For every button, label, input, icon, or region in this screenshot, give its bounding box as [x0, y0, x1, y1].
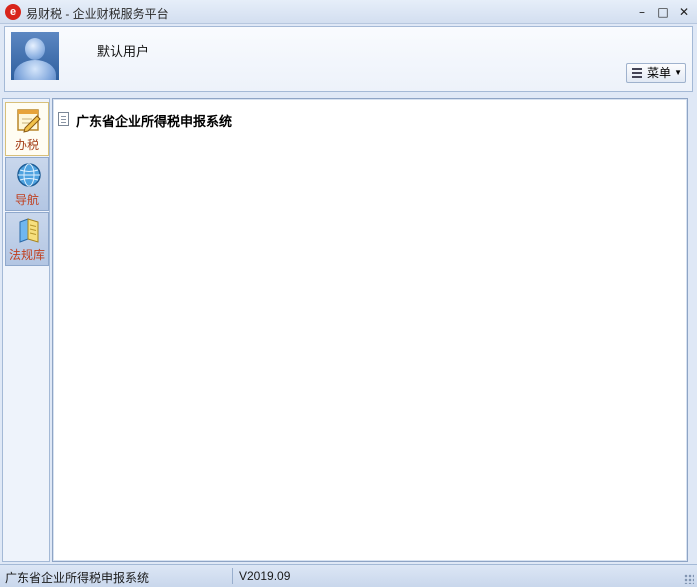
- username-label: 默认用户: [97, 44, 150, 59]
- nav-item-label: 导航: [14, 193, 39, 207]
- globe-icon: [17, 163, 41, 187]
- status-system-name: 广东省企业所得税申报系统: [5, 571, 150, 585]
- list-icon: [632, 68, 642, 78]
- menu-button[interactable]: 菜单 ▼: [626, 63, 686, 83]
- nav-item-navigation[interactable]: 导航: [5, 157, 49, 211]
- resize-grip-icon[interactable]: [684, 574, 694, 584]
- system-link[interactable]: 广东省企业所得税申报系统: [76, 111, 232, 130]
- maximize-button[interactable]: □: [654, 3, 672, 21]
- minimize-button[interactable]: –: [633, 3, 651, 21]
- close-button[interactable]: ✕: [675, 3, 693, 21]
- status-divider: [232, 568, 233, 584]
- document-icon: [58, 112, 69, 126]
- status-bar: 广东省企业所得税申报系统 V2019.09: [0, 564, 697, 587]
- pencil-paper-icon: [17, 109, 41, 133]
- app-logo-icon: e: [5, 4, 21, 20]
- avatar: [11, 32, 59, 80]
- menu-button-label: 菜单: [647, 66, 672, 80]
- side-nav: 办税 导航 法规库: [2, 98, 50, 562]
- nav-item-label: 法规库: [8, 248, 45, 262]
- user-header-panel: 默认用户 菜单 ▼: [4, 26, 693, 92]
- avatar-body-shape: [14, 60, 56, 80]
- avatar-head-shape: [25, 38, 45, 60]
- book-icon: [19, 218, 39, 243]
- nav-item-regulations[interactable]: 法规库: [5, 212, 49, 266]
- chevron-down-icon: ▼: [674, 68, 682, 77]
- main-content-panel: 广东省企业所得税申报系统: [52, 98, 688, 562]
- status-version: V2019.09: [239, 569, 291, 583]
- nav-item-label: 办税: [14, 138, 39, 152]
- nav-item-tax[interactable]: 办税: [5, 102, 49, 156]
- title-bar: e 易财税 - 企业财税服务平台 – □ ✕: [0, 0, 697, 24]
- window-title: 易财税 - 企业财税服务平台: [26, 7, 169, 21]
